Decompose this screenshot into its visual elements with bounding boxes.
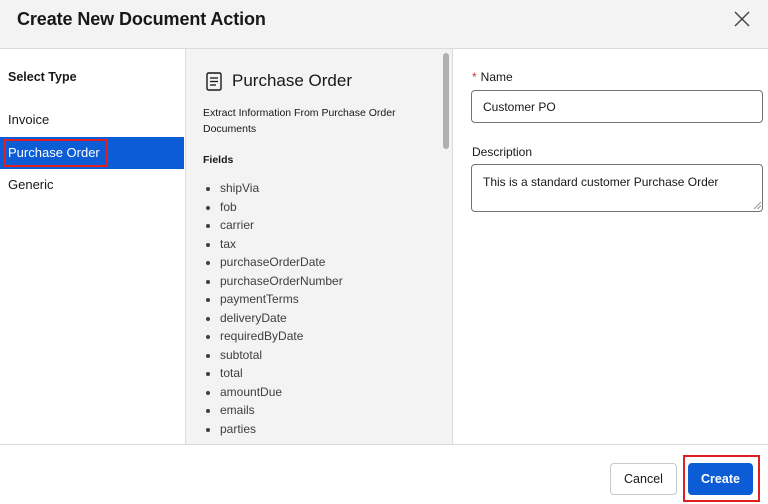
field-list-item: requiredByDate bbox=[203, 327, 343, 346]
type-item-label: Invoice bbox=[8, 112, 50, 127]
field-list-item: emails bbox=[203, 401, 343, 420]
description-textarea[interactable]: This is a standard customer Purchase Ord… bbox=[471, 164, 763, 212]
field-list-item: carrier bbox=[203, 216, 343, 235]
modal-header: Create New Document Action bbox=[0, 0, 768, 49]
field-list-item: deliveryDate bbox=[203, 309, 343, 328]
required-marker: * bbox=[472, 70, 477, 84]
details-title: Purchase Order bbox=[232, 71, 352, 90]
field-list-item: tax bbox=[203, 235, 343, 254]
select-type-heading: Select Type bbox=[8, 70, 77, 84]
name-label: * Name bbox=[472, 70, 513, 84]
create-document-action-modal: Create New Document Action Select Type I… bbox=[0, 0, 768, 504]
field-list-item: parties bbox=[203, 420, 343, 439]
create-button[interactable]: Create bbox=[688, 463, 753, 495]
type-item-label: Generic bbox=[8, 177, 54, 192]
field-list-item: purchaseOrderDate bbox=[203, 253, 343, 272]
cancel-button[interactable]: Cancel bbox=[610, 463, 677, 495]
field-list-item: shipVia bbox=[203, 179, 343, 198]
field-list: shipVia fob carrier tax purchaseOrderDate pur… bbox=[203, 179, 343, 438]
action-form: *Name Description This is a standard cus… bbox=[453, 49, 768, 444]
type-item-label: Purchase Order bbox=[8, 145, 100, 160]
type-item-generic[interactable]: Generic bbox=[0, 169, 184, 201]
field-list-item: subtotal bbox=[203, 346, 343, 365]
type-details-panel: Purchase Order Extract Information From … bbox=[185, 49, 453, 444]
name-label-text: Name bbox=[480, 70, 513, 84]
type-selector: Select Type Invoice Purchase Order Gener… bbox=[0, 49, 185, 444]
name-input[interactable] bbox=[471, 90, 763, 123]
type-item-purchase-order[interactable]: Purchase Order bbox=[0, 137, 184, 169]
field-list-item: total bbox=[203, 364, 343, 383]
field-list-item: amountDue bbox=[203, 383, 343, 402]
description-label: Description bbox=[472, 145, 533, 159]
type-item-invoice[interactable]: Invoice bbox=[0, 104, 184, 136]
close-icon bbox=[734, 11, 750, 27]
field-list-item: paymentTerms bbox=[203, 290, 343, 309]
scrollbar[interactable] bbox=[443, 53, 449, 149]
fields-heading: Fields bbox=[203, 154, 234, 166]
field-list-item: purchaseOrderNumber bbox=[203, 272, 343, 291]
document-icon bbox=[206, 72, 222, 91]
details-description: Extract Information From Purchase Order … bbox=[203, 107, 396, 135]
field-list-item: fob bbox=[203, 198, 343, 217]
modal-footer: Cancel Create bbox=[0, 444, 768, 504]
close-button[interactable] bbox=[731, 8, 753, 30]
modal-title: Create New Document Action bbox=[17, 9, 266, 29]
